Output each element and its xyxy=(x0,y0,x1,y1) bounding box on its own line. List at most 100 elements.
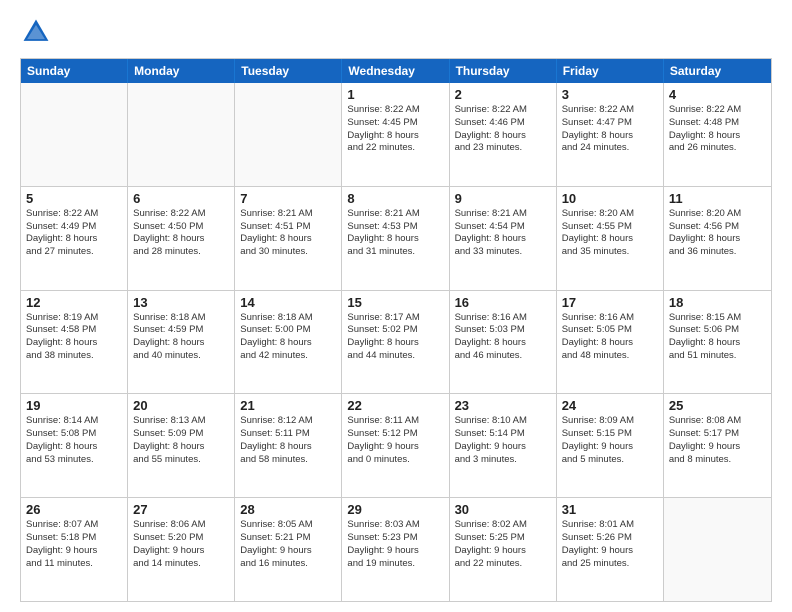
sunset-text: Sunset: 5:25 PM xyxy=(455,532,551,545)
sunrise-text: Sunrise: 8:11 AM xyxy=(347,415,443,428)
sunset-text: Sunset: 5:17 PM xyxy=(669,428,766,441)
day-number: 31 xyxy=(562,502,658,517)
sunrise-text: Sunrise: 8:02 AM xyxy=(455,519,551,532)
daylight-text: Daylight: 9 hours xyxy=(240,545,336,558)
day-number: 8 xyxy=(347,191,443,206)
sunrise-text: Sunrise: 8:08 AM xyxy=(669,415,766,428)
calendar-cell: 9Sunrise: 8:21 AMSunset: 4:54 PMDaylight… xyxy=(450,187,557,290)
sunrise-text: Sunrise: 8:14 AM xyxy=(26,415,122,428)
sunset-text: Sunset: 5:20 PM xyxy=(133,532,229,545)
calendar-cell: 30Sunrise: 8:02 AMSunset: 5:25 PMDayligh… xyxy=(450,498,557,601)
day-number: 13 xyxy=(133,295,229,310)
calendar-cell: 17Sunrise: 8:16 AMSunset: 5:05 PMDayligh… xyxy=(557,291,664,394)
daylight-text: Daylight: 8 hours xyxy=(26,233,122,246)
calendar-cell: 1Sunrise: 8:22 AMSunset: 4:45 PMDaylight… xyxy=(342,83,449,186)
sunset-text: Sunset: 5:21 PM xyxy=(240,532,336,545)
daylight-continued-text: and 42 minutes. xyxy=(240,350,336,363)
day-number: 25 xyxy=(669,398,766,413)
day-number: 5 xyxy=(26,191,122,206)
calendar-cell xyxy=(128,83,235,186)
day-number: 10 xyxy=(562,191,658,206)
daylight-continued-text: and 5 minutes. xyxy=(562,454,658,467)
daylight-continued-text: and 33 minutes. xyxy=(455,246,551,259)
day-number: 19 xyxy=(26,398,122,413)
calendar-row: 19 Sunrise: 8:14 AMSunset: 5:08 PM Dayligh… xyxy=(21,393,771,497)
sunset-text: Sunset: 4:45 PM xyxy=(347,117,443,130)
sunrise-text: Sunrise: 8:03 AM xyxy=(347,519,443,532)
weekday-header: Wednesday xyxy=(342,59,449,83)
daylight-continued-text: and 35 minutes. xyxy=(562,246,658,259)
sunset-text: Sunset: 5:11 PM xyxy=(240,428,336,441)
weekday-header: Sunday xyxy=(21,59,128,83)
calendar-cell: 12Sunrise: 8:19 AMSunset: 4:58 PMDayligh… xyxy=(21,291,128,394)
calendar-cell: 23Sunrise: 8:10 AMSunset: 5:14 PMDayligh… xyxy=(450,394,557,497)
calendar-cell: 20Sunrise: 8:13 AMSunset: 5:09 PMDayligh… xyxy=(128,394,235,497)
daylight-continued-text: and 24 minutes. xyxy=(562,142,658,155)
sunrise-text: Sunrise: 8:20 AM xyxy=(562,208,658,221)
daylight-text: Daylight: 8 hours xyxy=(240,337,336,350)
sunrise-text: Sunrise: 8:21 AM xyxy=(347,208,443,221)
weekday-header: Thursday xyxy=(450,59,557,83)
daylight-continued-text: and 48 minutes. xyxy=(562,350,658,363)
sunrise-text: Sunrise: 8:16 AM xyxy=(562,312,658,325)
daylight-text: Daylight: 8 hours xyxy=(133,233,229,246)
sunrise-text: Sunrise: 8:12 AM xyxy=(240,415,336,428)
daylight-continued-text: and 8 minutes. xyxy=(669,454,766,467)
sunrise-text: Sunrise: 8:10 AM xyxy=(455,415,551,428)
sunrise-text: Sunrise: 8:16 AM xyxy=(455,312,551,325)
sunrise-text: Sunrise: 8:21 AM xyxy=(240,208,336,221)
weekday-header: Tuesday xyxy=(235,59,342,83)
sunset-text: Sunset: 4:47 PM xyxy=(562,117,658,130)
calendar-cell: 24Sunrise: 8:09 AMSunset: 5:15 PMDayligh… xyxy=(557,394,664,497)
day-number: 11 xyxy=(669,191,766,206)
day-number: 3 xyxy=(562,87,658,102)
sunset-text: Sunset: 5:08 PM xyxy=(26,428,122,441)
day-number: 29 xyxy=(347,502,443,517)
daylight-continued-text: and 14 minutes. xyxy=(133,558,229,571)
daylight-continued-text: and 26 minutes. xyxy=(669,142,766,155)
day-number: 27 xyxy=(133,502,229,517)
day-number: 26 xyxy=(26,502,122,517)
logo xyxy=(20,16,56,48)
calendar-cell: 15Sunrise: 8:17 AMSunset: 5:02 PMDayligh… xyxy=(342,291,449,394)
calendar-cell: 13Sunrise: 8:18 AMSunset: 4:59 PMDayligh… xyxy=(128,291,235,394)
daylight-text: Daylight: 9 hours xyxy=(133,545,229,558)
calendar-cell: 18Sunrise: 8:15 AMSunset: 5:06 PMDayligh… xyxy=(664,291,771,394)
daylight-text: Daylight: 8 hours xyxy=(669,233,766,246)
daylight-text: Daylight: 8 hours xyxy=(133,441,229,454)
calendar-cell: 16Sunrise: 8:16 AMSunset: 5:03 PMDayligh… xyxy=(450,291,557,394)
sunset-text: Sunset: 4:59 PM xyxy=(133,324,229,337)
sunset-text: Sunset: 4:48 PM xyxy=(669,117,766,130)
sunrise-text: Sunrise: 8:05 AM xyxy=(240,519,336,532)
daylight-continued-text: and 30 minutes. xyxy=(240,246,336,259)
calendar-cell: 27Sunrise: 8:06 AMSunset: 5:20 PMDayligh… xyxy=(128,498,235,601)
day-number: 23 xyxy=(455,398,551,413)
weekday-header: Saturday xyxy=(664,59,771,83)
sunset-text: Sunset: 5:15 PM xyxy=(562,428,658,441)
daylight-text: Daylight: 9 hours xyxy=(669,441,766,454)
calendar-row: 1Sunrise: 8:22 AMSunset: 4:45 PMDaylight… xyxy=(21,83,771,186)
day-number: 12 xyxy=(26,295,122,310)
calendar-cell: 21Sunrise: 8:12 AMSunset: 5:11 PMDayligh… xyxy=(235,394,342,497)
daylight-continued-text: and 25 minutes. xyxy=(562,558,658,571)
daylight-continued-text: and 22 minutes. xyxy=(347,142,443,155)
sunrise-text: Sunrise: 8:01 AM xyxy=(562,519,658,532)
sunrise-text: Sunrise: 8:22 AM xyxy=(455,104,551,117)
day-number: 6 xyxy=(133,191,229,206)
daylight-text: Daylight: 8 hours xyxy=(562,337,658,350)
sunrise-text: Sunrise: 8:22 AM xyxy=(26,208,122,221)
calendar-cell: 26Sunrise: 8:07 AMSunset: 5:18 PMDayligh… xyxy=(21,498,128,601)
daylight-continued-text: and 11 minutes. xyxy=(26,558,122,571)
calendar-cell xyxy=(21,83,128,186)
daylight-text: Daylight: 8 hours xyxy=(455,130,551,143)
sunset-text: Sunset: 5:06 PM xyxy=(669,324,766,337)
daylight-text: Daylight: 8 hours xyxy=(455,337,551,350)
calendar-cell: 25 Sunrise: 8:08 AMSunset: 5:17 PMDayligh… xyxy=(664,394,771,497)
daylight-text: Daylight: 8 hours xyxy=(240,233,336,246)
sunset-text: Sunset: 4:46 PM xyxy=(455,117,551,130)
daylight-continued-text: and 31 minutes. xyxy=(347,246,443,259)
calendar-cell: 31Sunrise: 8:01 AMSunset: 5:26 PMDayligh… xyxy=(557,498,664,601)
daylight-continued-text: and 53 minutes. xyxy=(26,454,122,467)
daylight-continued-text: and 38 minutes. xyxy=(26,350,122,363)
sunrise-text: Sunrise: 8:09 AM xyxy=(562,415,658,428)
